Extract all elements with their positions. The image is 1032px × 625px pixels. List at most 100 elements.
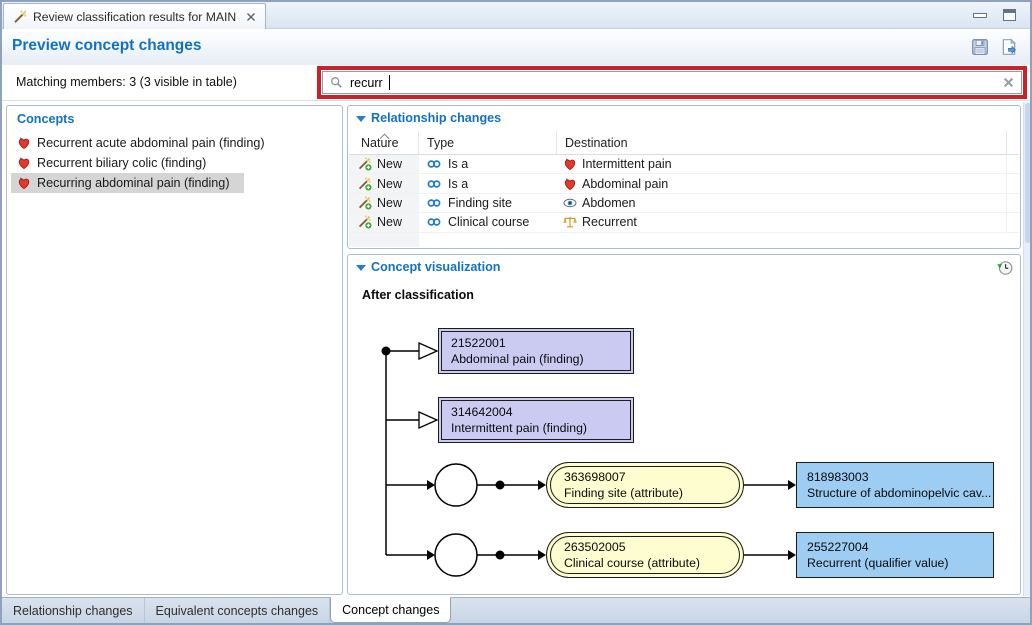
qualifier-value-icon (563, 215, 577, 229)
clinical-finding-icon (17, 156, 31, 170)
wand-plus-icon (358, 196, 372, 210)
header-actions (971, 38, 1018, 56)
concepts-panel-title: Concepts (7, 106, 342, 131)
table-row[interactable]: New Is a Intermittent pain (349, 155, 1019, 174)
close-tab-icon[interactable] (246, 12, 256, 22)
destination-value: Recurrent (582, 215, 637, 229)
isa-link-icon (427, 177, 441, 191)
concepts-panel: Concepts Recurrent acute abdominal pain … (6, 105, 343, 595)
table-row[interactable]: New Finding site Abdomen (349, 194, 1019, 213)
table-body: New Is a Intermittent pain (349, 155, 1019, 233)
search-input-value[interactable]: recurr (350, 76, 383, 90)
concept-visualization-panel: Concept visualization After classificati… (347, 254, 1021, 595)
scrollbar-thumb[interactable] (1025, 103, 1031, 243)
relationship-changes-header[interactable]: Relationship changes (348, 106, 1020, 128)
save-icon[interactable] (971, 38, 989, 56)
attribute-node-clinical-course[interactable]: 263502005 Clinical course (attribute) (546, 532, 744, 578)
destination-value: Abdominal pain (582, 177, 668, 191)
column-header-type[interactable]: Type (419, 131, 557, 154)
window-controls (973, 9, 1016, 21)
concept-term: Abdominal pain (finding) (451, 351, 630, 367)
tab-label: Concept changes (342, 603, 439, 617)
bottom-tabbar: Relationship changes Equivalent concepts… (2, 597, 1030, 623)
tab-equivalent-concepts-changes[interactable]: Equivalent concepts changes (145, 598, 331, 623)
editor-tab-review-classification[interactable]: Review classification results for MAIN (3, 3, 266, 29)
table-row[interactable]: New Is a Abdominal pain (349, 174, 1019, 193)
table-row[interactable]: New Clinical course (349, 213, 1019, 232)
nature-value: New (377, 215, 402, 229)
concept-term: Clinical course (attribute) (564, 555, 739, 571)
editor-tab-title: Review classification results for MAIN (33, 10, 236, 24)
clinical-finding-icon (563, 157, 577, 171)
concept-label: Recurrent acute abdominal pain (finding) (37, 136, 265, 150)
form-header: Preview concept changes (2, 29, 1030, 65)
concept-node-intermittent-pain[interactable]: 314642004 Intermittent pain (finding) (438, 397, 634, 443)
nature-value: New (377, 157, 402, 171)
tab-concept-changes[interactable]: Concept changes (330, 597, 451, 623)
filter-toolbar: Matching members: 3 (3 visible in table)… (2, 65, 1030, 101)
destination-value: Intermittent pain (582, 157, 672, 171)
type-value: Is a (448, 177, 468, 191)
concept-list-item[interactable]: Recurrent acute abdominal pain (finding) (11, 133, 279, 153)
export-icon[interactable] (1000, 38, 1018, 56)
concept-id: 314642004 (451, 404, 630, 420)
concepts-list: Recurrent acute abdominal pain (finding)… (7, 131, 342, 195)
text-cursor (389, 75, 390, 90)
column-header-destination[interactable]: Destination (557, 131, 1007, 154)
minimize-icon[interactable] (973, 13, 987, 18)
concept-list-item-selected[interactable]: Recurring abdominal pain (finding) (11, 173, 244, 193)
concept-term: Structure of abdominopelvic cav... (807, 485, 993, 501)
type-value: Is a (448, 157, 468, 171)
matching-members-label: Matching members: 3 (3 visible in table) (16, 75, 237, 89)
maximize-icon[interactable] (1003, 9, 1016, 21)
table-header: Nature Type Destination (349, 131, 1019, 155)
isa-link-icon (427, 157, 441, 171)
nature-value: New (377, 177, 402, 191)
wand-plus-icon (358, 157, 372, 171)
column-header-nature[interactable]: Nature (349, 131, 419, 154)
tab-label: Relationship changes (13, 604, 133, 618)
wand-plus-icon (358, 215, 372, 229)
editor-tabbar: Review classification results for MAIN (2, 2, 1030, 29)
page-title: Preview concept changes (12, 37, 202, 55)
concept-id: 21522001 (451, 335, 630, 351)
concept-term: Intermittent pain (finding) (451, 420, 630, 436)
concept-list-item[interactable]: Recurrent biliary colic (finding) (11, 153, 220, 173)
relationship-changes-title: Relationship changes (371, 111, 501, 125)
type-value: Clinical course (448, 215, 529, 229)
value-node-recurrent[interactable]: 255227004 Recurrent (qualifier value) (796, 532, 994, 578)
concept-id: 363698007 (564, 469, 739, 485)
vertical-scrollbar[interactable] (1023, 102, 1031, 596)
relationship-changes-panel: Relationship changes Nature Type Destina… (347, 105, 1021, 249)
wand-icon (13, 10, 27, 24)
type-value: Finding site (448, 196, 512, 210)
collapse-triangle-icon (356, 115, 366, 123)
nature-value: New (377, 196, 402, 210)
isa-link-icon (427, 196, 441, 210)
search-highlight-annotation: recurr (317, 66, 1027, 99)
concept-id: 255227004 (807, 539, 993, 555)
concept-label: Recurring abdominal pain (finding) (37, 176, 230, 190)
concept-id: 263502005 (564, 539, 739, 555)
clinical-finding-icon (17, 176, 31, 190)
tab-label: Equivalent concepts changes (156, 604, 319, 618)
clear-search-icon[interactable] (1003, 77, 1014, 88)
concept-node-abdominal-pain[interactable]: 21522001 Abdominal pain (finding) (438, 328, 634, 374)
column-header-filler (1007, 131, 1019, 154)
search-input[interactable]: recurr (322, 71, 1022, 94)
clinical-finding-icon (563, 177, 577, 191)
clinical-finding-icon (17, 136, 31, 150)
destination-value: Abdomen (582, 196, 636, 210)
application-window: Review classification results for MAIN P… (0, 0, 1032, 625)
attribute-node-finding-site[interactable]: 363698007 Finding site (attribute) (546, 462, 744, 508)
value-node-structure-of-abdominopelvic-cavity[interactable]: 818983003 Structure of abdominopelvic ca… (796, 462, 994, 508)
column-label: Destination (565, 136, 628, 150)
wand-plus-icon (358, 177, 372, 191)
concept-term: Finding site (attribute) (564, 485, 739, 501)
isa-link-icon (427, 215, 441, 229)
search-icon (330, 76, 344, 90)
concept-id: 818983003 (807, 469, 993, 485)
tab-relationship-changes[interactable]: Relationship changes (2, 598, 145, 623)
body-structure-icon (563, 196, 577, 210)
column-label: Type (427, 136, 454, 150)
